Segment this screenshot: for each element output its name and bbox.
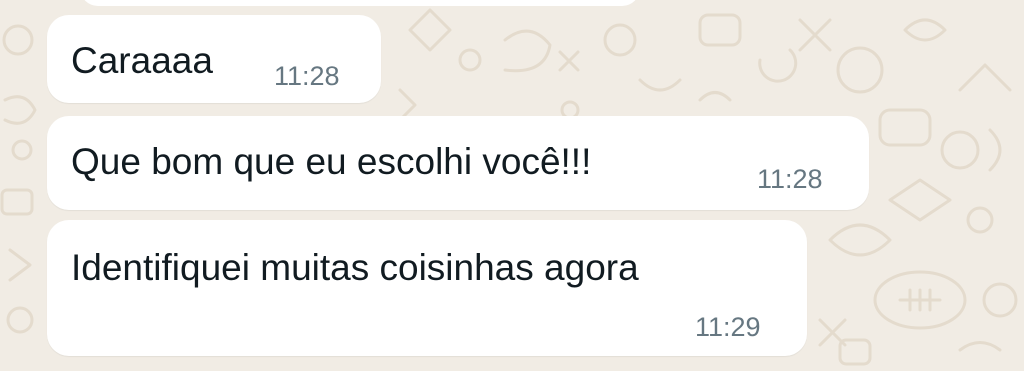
previous-message-bubble-partial [80,0,640,6]
message-timestamp: 11:29 [695,312,761,342]
message-bubble[interactable]: Identifiquei muitas coisinhas agora 11:2… [47,220,807,356]
message-bubble[interactable]: Que bom que eu escolhi você!!! 11:28 [47,116,869,210]
message-text: Identifiquei muitas coisinhas agora [71,247,639,288]
message-text: Caraaaa [71,40,213,81]
message-timestamp: 11:28 [757,164,823,194]
message-timestamp: 11:28 [274,61,340,91]
message-text: Que bom que eu escolhi você!!! [71,141,592,182]
message-bubble[interactable]: Caraaaa 11:28 [47,15,381,103]
